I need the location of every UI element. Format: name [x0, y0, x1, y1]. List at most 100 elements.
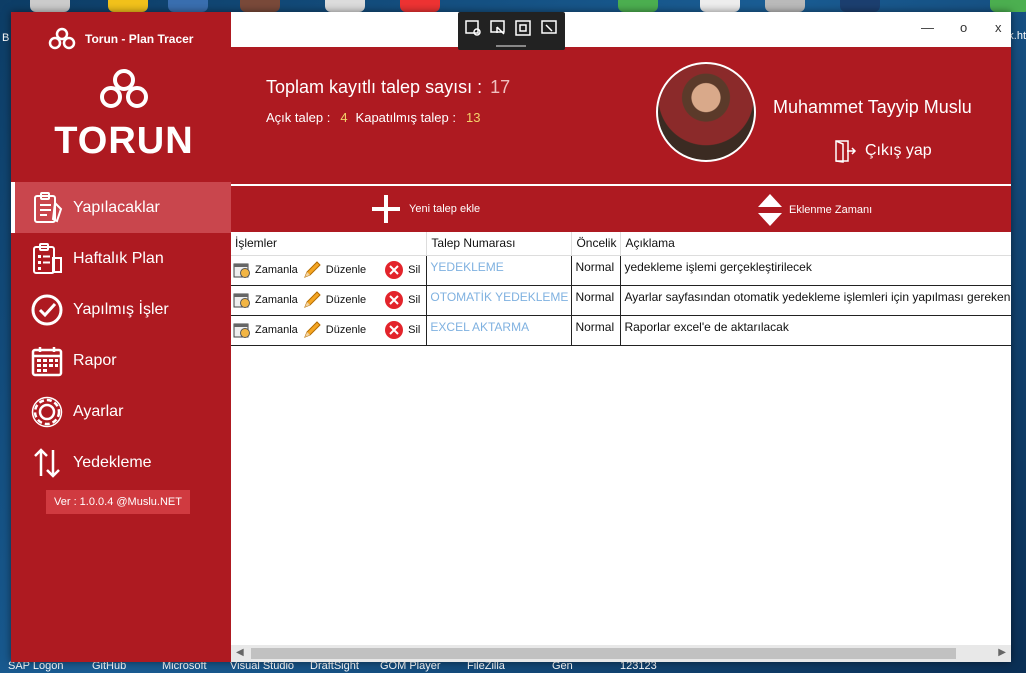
nav-label: Haftalık Plan [73, 249, 164, 267]
scroll-right-icon[interactable]: ▶ [998, 647, 1006, 658]
aciklama-cell: Ayarlar sayfasından otomatik yedekleme i… [620, 285, 1011, 316]
total-value: 17 [490, 77, 511, 97]
fullscreen-snip-icon[interactable] [540, 19, 558, 37]
schedule-label: Zamanla [255, 264, 298, 276]
nav-item-ayarlar[interactable]: Ayarlar [11, 386, 231, 437]
table-row[interactable]: Zamanla Düzenle Sil OTOMATİK YEDEKLEME Nor… [231, 285, 1011, 316]
stats-header: Toplam kayıtlı talep sayısı : 17 Açık tal… [231, 47, 1011, 184]
torun-emblem-icon [100, 69, 148, 108]
schedule-button[interactable]: Zamanla [233, 321, 298, 339]
logout-button[interactable]: Çıkış yap [833, 139, 932, 163]
desktop-icon[interactable] [990, 0, 1026, 12]
nav-label: Yedekleme [73, 453, 152, 471]
delete-button[interactable]: Sil [384, 260, 420, 280]
oncelik-cell: Normal [571, 285, 622, 316]
schedule-label: Zamanla [255, 294, 298, 306]
requests-table: İşlemler Talep Numarası Öncelik Açıklama… [231, 232, 1011, 346]
table-row[interactable]: Zamanla Düzenle Sil YEDEKLEME Normal yedek… [231, 255, 1011, 286]
delete-icon [385, 261, 404, 279]
column-header-islemler[interactable]: İşlemler [231, 232, 428, 256]
requests-grid: İşlemler Talep Numarası Öncelik Açıklama… [231, 232, 1011, 662]
sort-button[interactable]: Eklenme Zamanı [757, 193, 872, 227]
toolbar-drag-handle[interactable] [496, 45, 526, 47]
nav-item-yapilmis-isler[interactable]: Yapılmış İşler [11, 284, 231, 335]
total-label: Toplam kayıtlı talep sayısı : [266, 77, 483, 97]
nav-item-haftalik-plan[interactable]: Haftalık Plan [11, 233, 231, 284]
rectangle-snip-icon[interactable] [514, 19, 532, 37]
desktop-icon[interactable] [400, 0, 440, 12]
row-actions: Zamanla Düzenle Sil [231, 315, 428, 346]
desktop-icon[interactable] [840, 0, 880, 12]
logout-icon [835, 140, 857, 163]
desktop-icon[interactable] [325, 0, 365, 12]
nav-label: Yapılacaklar [73, 198, 160, 216]
delete-button[interactable]: Sil [384, 320, 420, 340]
schedule-button[interactable]: Zamanla [233, 291, 298, 309]
add-request-label: Yeni talep ekle [409, 203, 481, 215]
window-snip-icon[interactable] [489, 19, 507, 37]
desktop-icon[interactable] [618, 0, 658, 12]
table-header-row: İşlemler Talep Numarası Öncelik Açıklama [231, 232, 1011, 256]
talep-numarasi-cell[interactable]: YEDEKLEME [426, 255, 573, 286]
pencil-icon [303, 321, 321, 338]
title-bar: — o x [231, 12, 1011, 47]
row-actions: Zamanla Düzenle Sil [231, 255, 428, 286]
desktop-icon[interactable] [30, 0, 70, 12]
sort-icon [758, 194, 782, 226]
gear-icon [29, 394, 65, 430]
delete-label: Sil [408, 324, 421, 336]
toolbar: Yeni talep ekle Eklenme Zamanı [231, 186, 1011, 232]
nav-item-rapor[interactable]: Rapor [11, 335, 231, 386]
sidebar: Torun - Plan Tracer TORUN Yapılacaklar H… [11, 12, 231, 662]
talep-numarasi-cell[interactable]: EXCEL AKTARMA [426, 315, 573, 346]
minimize-button[interactable]: — [921, 20, 934, 35]
desktop-icon[interactable] [168, 0, 208, 12]
clipboard-list-icon [29, 190, 65, 226]
pencil-icon [303, 291, 321, 308]
edit-button[interactable]: Düzenle [302, 290, 366, 310]
desktop-icon[interactable] [700, 0, 740, 12]
table-row[interactable]: Zamanla Düzenle Sil EXCEL AKTARMA Normal R… [231, 315, 1011, 346]
calendar-clock-icon [233, 293, 250, 308]
avatar[interactable] [656, 62, 756, 162]
talep-numarasi-cell[interactable]: OTOMATİK YEDEKLEME [426, 285, 573, 316]
edit-button[interactable]: Düzenle [302, 320, 366, 340]
brand-logo: TORUN [49, 67, 199, 163]
aciklama-cell: yedekleme işlemi gerçekleştirilecek [620, 255, 1011, 286]
add-request-button[interactable]: Yeni talep ekle [369, 193, 480, 225]
floating-capture-toolbar [458, 12, 565, 50]
scrollbar-thumb[interactable] [251, 648, 956, 659]
closed-label: Kapatılmış talep : [355, 110, 456, 125]
nav-item-yedekleme[interactable]: Yedekleme [11, 437, 231, 488]
desktop-icon[interactable] [765, 0, 805, 12]
desktop-icon[interactable] [240, 0, 280, 12]
edit-button[interactable]: Düzenle [302, 260, 366, 280]
edit-label: Düzenle [325, 324, 367, 336]
torun-logo-icon [48, 27, 76, 50]
row-actions: Zamanla Düzenle Sil [231, 285, 428, 316]
horizontal-scrollbar[interactable]: ◀ ▶ [231, 645, 1011, 662]
calendar-clock-icon [233, 323, 250, 338]
sort-label: Eklenme Zamanı [789, 204, 873, 216]
free-form-snip-icon[interactable] [464, 19, 482, 37]
logo-text: TORUN [54, 120, 194, 162]
column-header-aciklama[interactable]: Açıklama [620, 232, 1011, 256]
scroll-left-icon[interactable]: ◀ [236, 647, 244, 658]
nav-item-yapilacaklar[interactable]: Yapılacaklar [11, 182, 231, 233]
logout-label: Çıkış yap [865, 142, 932, 159]
desktop-icon[interactable] [108, 0, 148, 12]
sidebar-nav: Yapılacaklar Haftalık Plan Yapılmış İşle… [11, 182, 231, 488]
oncelik-cell: Normal [571, 315, 622, 346]
column-header-talep-numarasi[interactable]: Talep Numarası [426, 232, 573, 256]
edit-label: Düzenle [325, 264, 367, 276]
schedule-button[interactable]: Zamanla [233, 261, 298, 279]
open-label: Açık talep : [266, 110, 331, 125]
version-label: Ver : 1.0.0.4 @Muslu.NET [46, 490, 190, 514]
nav-label: Yapılmış İşler [73, 300, 169, 318]
delete-label: Sil [408, 294, 421, 306]
delete-button[interactable]: Sil [384, 290, 420, 310]
maximize-button[interactable]: o [960, 20, 967, 35]
edit-label: Düzenle [325, 294, 367, 306]
column-header-oncelik[interactable]: Öncelik [571, 232, 622, 256]
close-button[interactable]: x [995, 20, 1002, 35]
